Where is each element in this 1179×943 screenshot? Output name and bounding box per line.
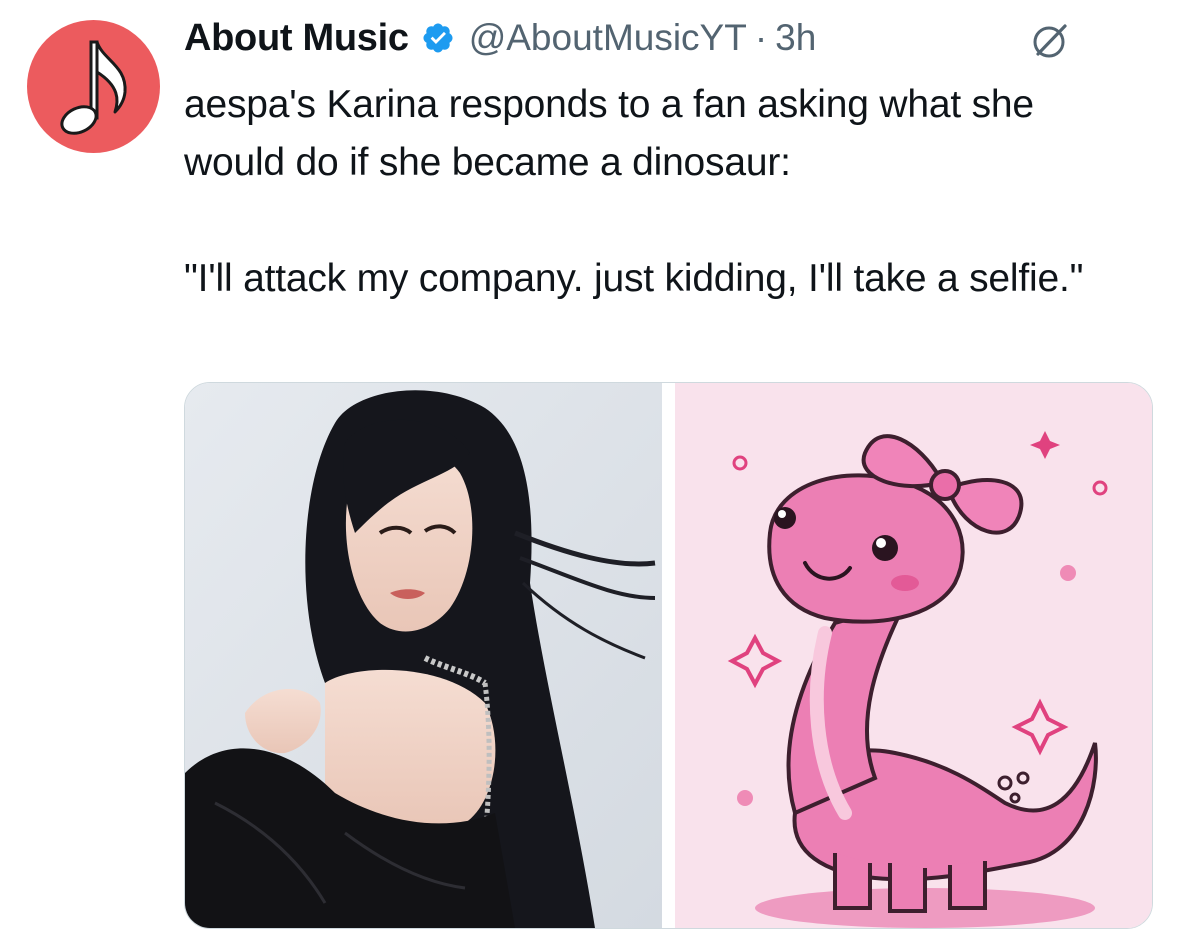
media-photo-karina[interactable] [185,383,662,928]
separator-dot: · [754,17,768,58]
verified-badge-icon [423,23,453,53]
karina-photo-image [185,383,662,928]
display-name[interactable]: About Music [184,17,409,60]
tweet-text: aespa's Karina responds to a fan asking … [184,83,1084,300]
music-note-icon [60,40,127,135]
pink-dinosaur-image [675,383,1152,928]
grok-icon[interactable] [1030,20,1070,60]
media-grid [184,382,1153,929]
avatar[interactable] [27,20,160,153]
user-handle[interactable]: @AboutMusicYT [469,17,747,59]
tweet-header: About Music @AboutMusicYT · 3h [184,14,816,62]
timestamp[interactable]: 3h [775,17,816,59]
media-pink-dinosaur[interactable] [675,383,1152,928]
